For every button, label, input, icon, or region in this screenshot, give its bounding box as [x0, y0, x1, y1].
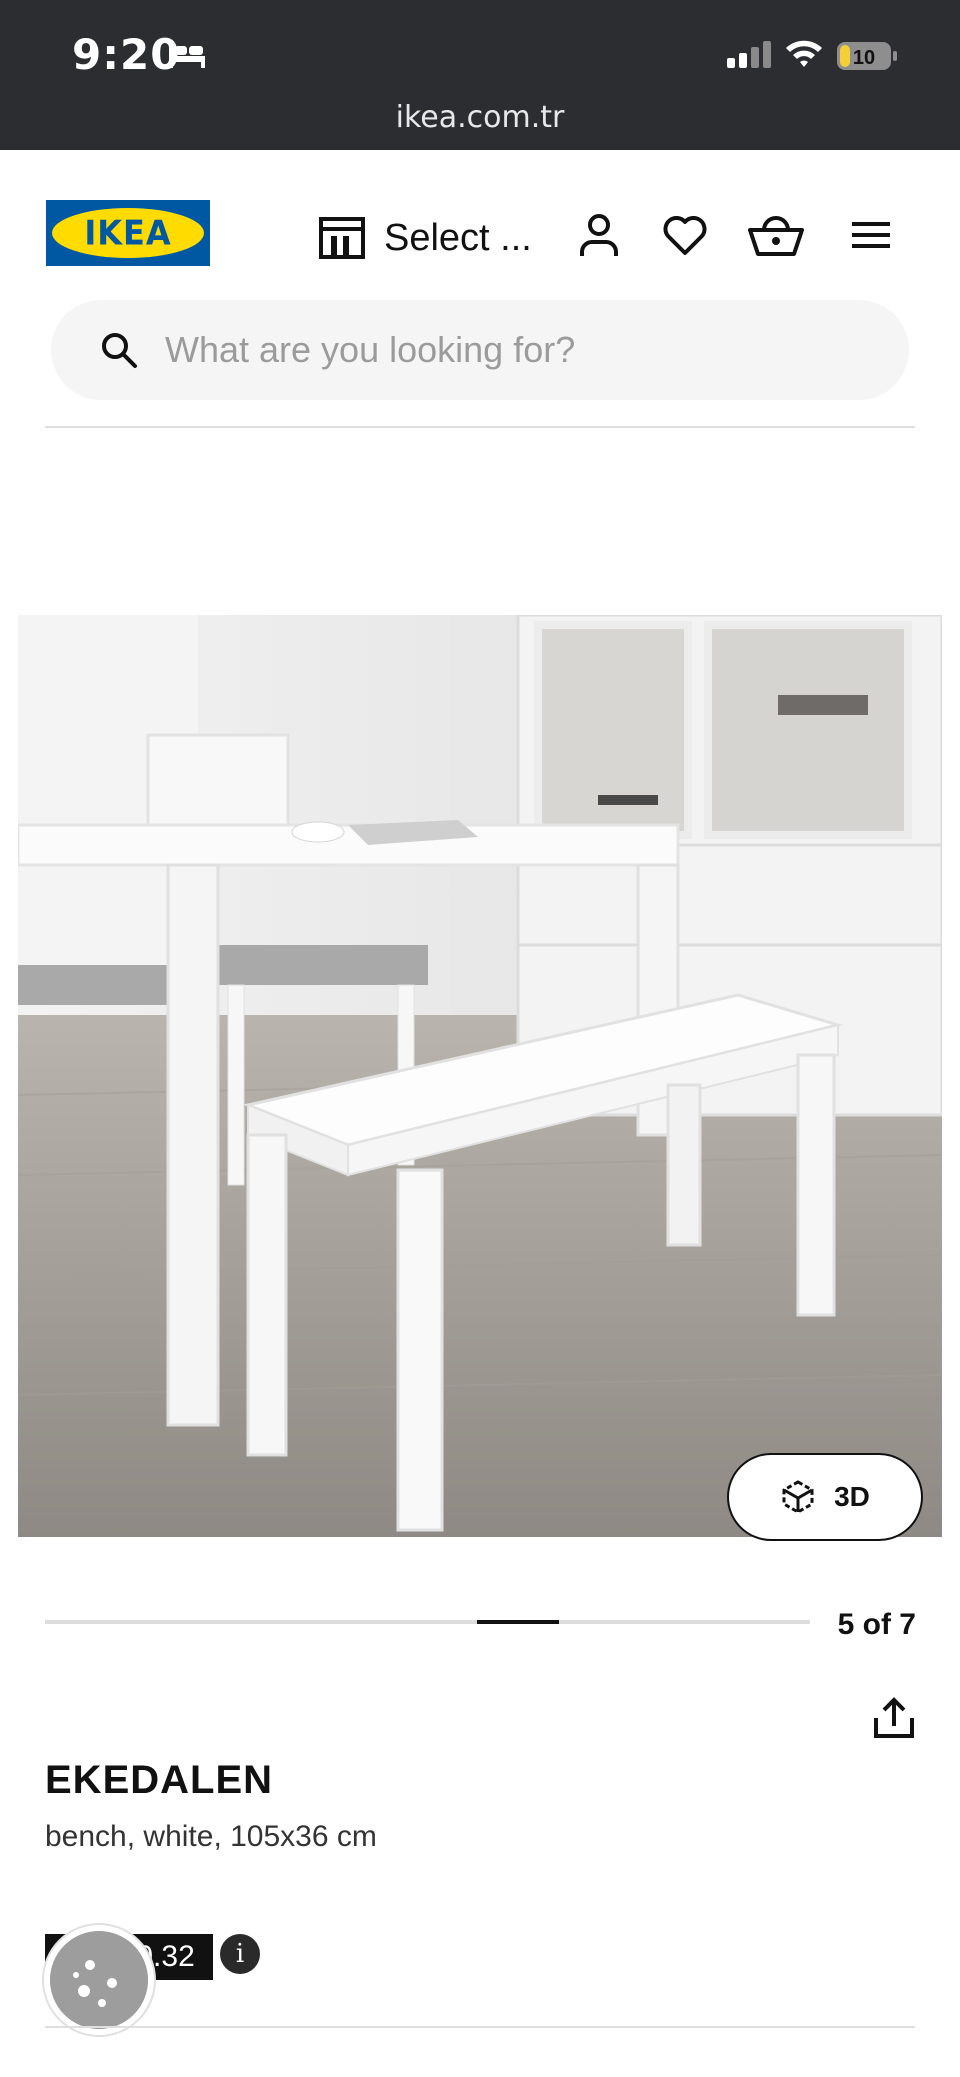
gallery-progress-fill: [477, 1620, 559, 1624]
search-icon: [102, 333, 137, 368]
bed-icon: [169, 42, 205, 68]
menu-icon[interactable]: [846, 210, 896, 260]
cookie-icon[interactable]: [44, 1925, 154, 2035]
view-3d-button[interactable]: 3D: [727, 1453, 923, 1541]
user-icon[interactable]: [574, 210, 624, 260]
wifi-icon: [786, 40, 822, 67]
store-icon: [319, 217, 365, 259]
store-label: Select ...: [384, 216, 532, 259]
svg-text:10: 10: [853, 47, 875, 69]
info-icon[interactable]: i: [220, 1934, 260, 1974]
ikea-logo[interactable]: IKEA: [46, 200, 210, 266]
cube-icon: [782, 1480, 814, 1514]
gallery-counter: 5 of 7: [837, 1608, 916, 1641]
basket-icon[interactable]: [748, 210, 804, 260]
browser-chrome: 9:20 10 ikea.com.tr: [0, 0, 960, 150]
heart-icon[interactable]: [660, 210, 710, 260]
product-photo: [18, 615, 942, 1537]
product-image[interactable]: [18, 615, 942, 1537]
search-input[interactable]: [165, 329, 865, 371]
signal-icon: [727, 41, 771, 68]
logo-oval: IKEA: [52, 208, 204, 258]
product-description: bench, white, 105x36 cm: [45, 1820, 377, 1853]
logo-text: IKEA: [84, 213, 172, 253]
gallery-progress[interactable]: [45, 1620, 810, 1624]
status-time: 9:20: [72, 30, 181, 79]
header-divider: [45, 426, 915, 428]
battery-icon: 10: [837, 42, 897, 70]
search-bar[interactable]: [51, 300, 909, 400]
store-selector[interactable]: Select ...: [318, 210, 532, 266]
product-name: EKEDALEN: [45, 1758, 274, 1802]
view-3d-label: 3D: [834, 1481, 870, 1512]
share-icon[interactable]: [872, 1696, 916, 1740]
section-divider: [45, 2026, 915, 2028]
address-bar[interactable]: ikea.com.tr: [0, 100, 960, 135]
